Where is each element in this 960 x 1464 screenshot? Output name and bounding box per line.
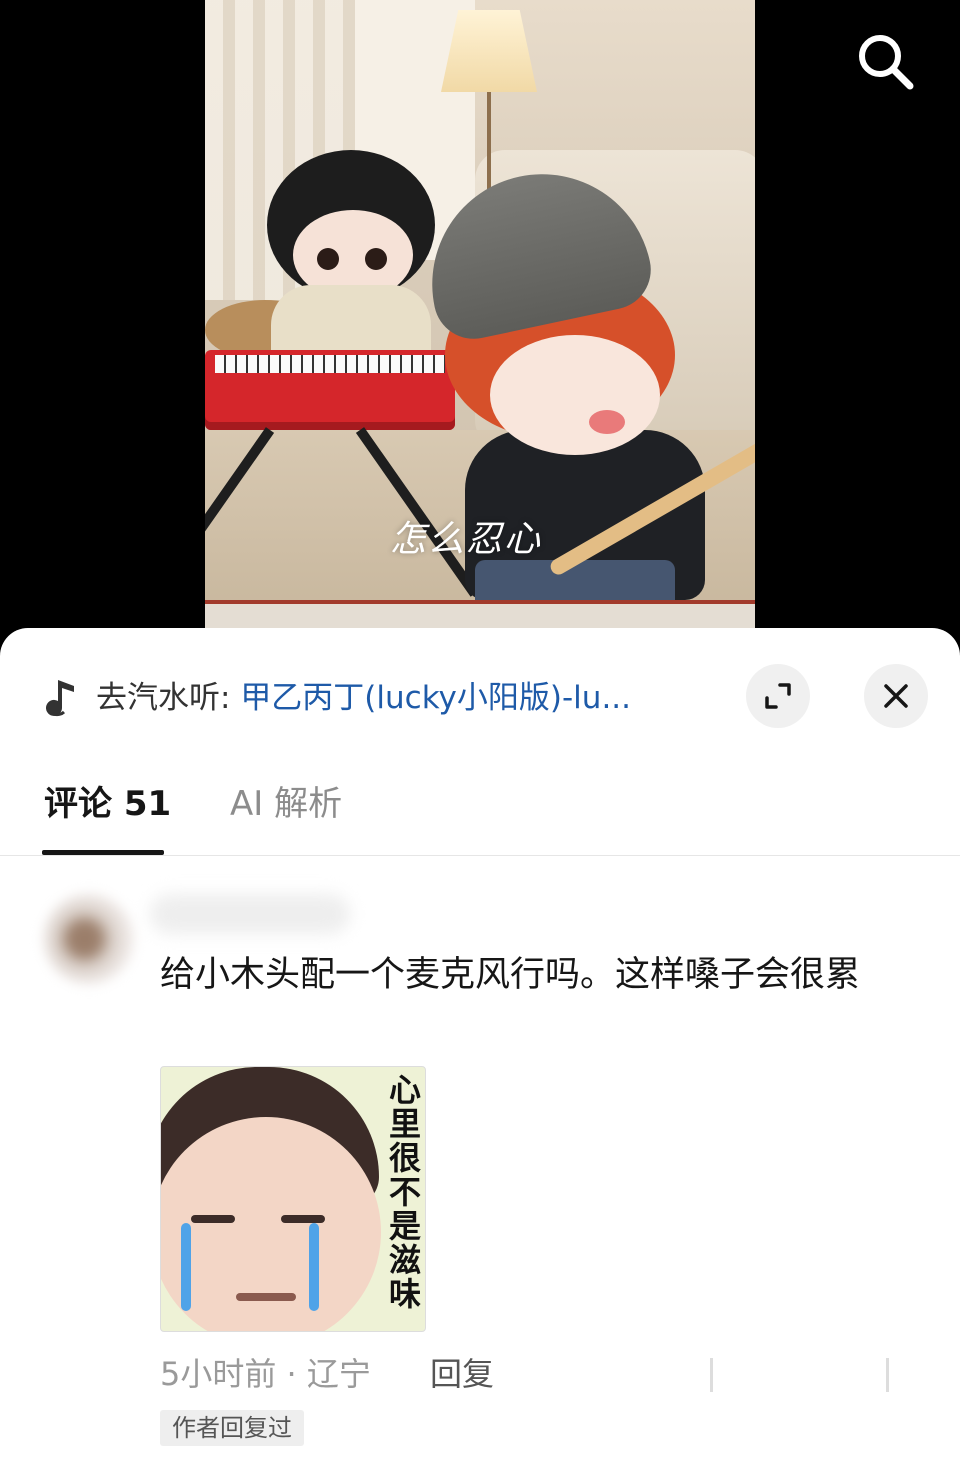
keyboard-keys bbox=[215, 355, 445, 373]
video-frame[interactable]: 怎么忍心 bbox=[205, 0, 755, 640]
sticker-tear bbox=[181, 1223, 191, 1311]
doll-red-face bbox=[490, 335, 660, 455]
doll-eye bbox=[317, 248, 339, 270]
search-button[interactable] bbox=[852, 28, 918, 94]
search-icon bbox=[859, 35, 914, 90]
comment-meta: 5小时前 · 辽宁 回复 bbox=[160, 1352, 900, 1396]
tab-bar: 评论 51 AI 解析 bbox=[0, 768, 960, 856]
music-note-icon bbox=[46, 680, 74, 717]
doll-red-mouth bbox=[589, 410, 625, 434]
sticker-eye bbox=[281, 1215, 325, 1223]
music-bar[interactable]: 去汽水听: 甲乙丙丁(lucky小阳版)-lu... bbox=[44, 664, 944, 734]
sticker-mouth bbox=[236, 1293, 296, 1301]
music-link[interactable]: 去汽水听: 甲乙丙丁(lucky小阳版)-lu... bbox=[96, 676, 756, 720]
sticker-image[interactable]: 心里很不是滋味 bbox=[160, 1066, 426, 1332]
sticker-eye bbox=[191, 1215, 235, 1223]
close-button[interactable] bbox=[864, 664, 928, 728]
music-prefix: 去汽水听: bbox=[96, 680, 231, 716]
avatar[interactable] bbox=[44, 894, 134, 984]
username-blurred[interactable] bbox=[150, 894, 350, 934]
divider bbox=[710, 1358, 713, 1392]
sticker-text: 心里很不是滋味 bbox=[388, 1071, 421, 1313]
video-player[interactable]: 怎么忍心 bbox=[0, 0, 960, 640]
tab-ai-analysis[interactable]: AI 解析 bbox=[230, 784, 342, 824]
active-tab-indicator bbox=[42, 850, 164, 855]
comment-text: 给小木头配一个麦克风行吗。这样嗓子会很累 bbox=[160, 955, 861, 995]
author-replied-badge: 作者回复过 bbox=[160, 1410, 304, 1446]
comment-item: 给小木头配一个麦克风行吗。这样嗓子会很累 心里很不是滋味 5小时前 · 辽宁 回… bbox=[0, 864, 960, 1464]
expand-button[interactable] bbox=[746, 664, 810, 728]
doll-eye bbox=[365, 248, 387, 270]
video-caption: 怎么忍心 bbox=[390, 519, 543, 560]
expand-icon bbox=[765, 683, 791, 709]
comments-sheet: 去汽水听: 甲乙丙丁(lucky小阳版)-lu... 评论 51 AI 解析 给… bbox=[0, 628, 960, 1464]
comment-time-location: 5小时前 · 辽宁 bbox=[160, 1355, 371, 1393]
divider bbox=[886, 1358, 889, 1392]
song-title[interactable]: 甲乙丙丁(lucky小阳版)-lu... bbox=[240, 680, 631, 716]
sticker-tear bbox=[309, 1223, 319, 1311]
tab-comments[interactable]: 评论 51 bbox=[44, 784, 171, 824]
reply-button[interactable]: 回复 bbox=[430, 1352, 494, 1396]
close-icon bbox=[884, 684, 908, 708]
